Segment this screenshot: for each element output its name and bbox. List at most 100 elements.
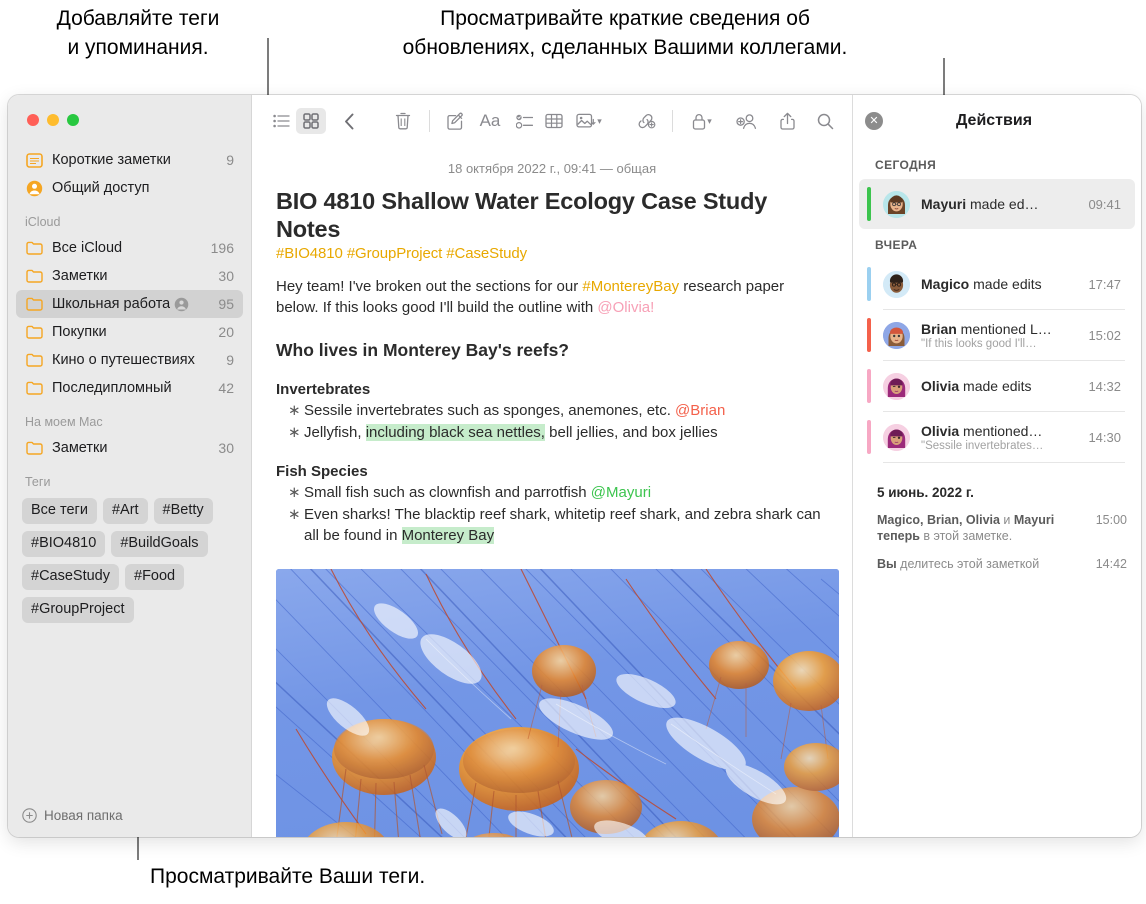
search-icon[interactable] xyxy=(810,108,840,134)
screenshot-root: Добавляйте теги и упоминания. Просматрив… xyxy=(0,0,1146,904)
sidebar-item-all-icloud[interactable]: Все iCloud 196 xyxy=(16,234,243,262)
activity-item-action: made edits xyxy=(969,276,1042,292)
activity-item-name: Magico xyxy=(921,276,970,292)
activity-item-name: Olivia xyxy=(921,378,960,394)
activity-item-time: 09:41 xyxy=(1088,196,1121,212)
folder-icon xyxy=(25,379,44,398)
add-person-icon[interactable] xyxy=(730,108,764,134)
sidebar-item-postgraduate[interactable]: Последипломный 42 xyxy=(16,374,243,402)
activity-item-quote: "Sessile invertebrates… xyxy=(921,439,1044,452)
sidebar-section-header-on-my-mac: На моем Mac xyxy=(25,415,103,429)
shared-folder-badge-icon xyxy=(174,297,189,312)
checklist-icon[interactable] xyxy=(509,108,539,134)
folder-icon xyxy=(25,351,44,370)
maximize-window-button[interactable] xyxy=(67,114,79,126)
tag-pill-groupproject[interactable]: #GroupProject xyxy=(22,597,134,623)
note-list-invertebrates: Sessile invertebrates such as sponges, a… xyxy=(276,400,828,443)
note-list-item: Sessile invertebrates such as sponges, a… xyxy=(276,400,828,421)
activity-accent-bar xyxy=(867,318,871,352)
activity-footer-row-joined: Magico, Brian, Olivia и Mayuri теперь в … xyxy=(853,506,1141,550)
tag-pill-betty[interactable]: #Betty xyxy=(153,498,213,524)
folder-icon xyxy=(25,267,44,286)
activity-footer-name2: Mayuri xyxy=(1013,513,1055,527)
activity-item-magico[interactable]: Magico made edits 17:47 xyxy=(859,259,1135,309)
media-icon[interactable]: ▾ xyxy=(569,108,609,134)
note-inline-tag[interactable]: #MontereyBay xyxy=(582,278,679,295)
trash-icon[interactable] xyxy=(388,108,418,134)
activity-item-olivia-mentioned[interactable]: Olivia mentioned… "Sessile invertebrates… xyxy=(859,412,1135,462)
sidebar-item-count: 42 xyxy=(218,380,234,396)
note-tags: #BIO4810 #GroupProject #CaseStudy xyxy=(276,245,528,262)
close-icon[interactable]: ✕ xyxy=(865,112,883,130)
activity-item-text: Magico made edits xyxy=(921,276,1080,292)
sidebar-item-notes-local[interactable]: Заметки 30 xyxy=(16,434,243,462)
back-button[interactable] xyxy=(334,108,364,134)
tag-pill-food[interactable]: #Food xyxy=(125,564,185,590)
activity-item-action: mentioned… xyxy=(959,422,1043,439)
compose-icon[interactable] xyxy=(441,108,471,134)
activity-item-quote: "If this looks good I'll… xyxy=(921,337,1037,350)
activity-item-mayuri[interactable]: Mayuri made ed… 09:41 xyxy=(859,179,1135,229)
note-list-item: Even sharks! The blacktip reef shark, wh… xyxy=(276,504,828,546)
sidebar-item-school-work[interactable]: Школьная работа 95 xyxy=(16,290,243,318)
activity-footer-names: Magico, Brian, Olivia xyxy=(877,513,1000,527)
activity-item-text: Olivia made edits xyxy=(921,378,1080,394)
table-icon[interactable] xyxy=(539,108,569,134)
tag-pill-buildgoals[interactable]: #BuildGoals xyxy=(111,531,208,557)
sidebar: Короткие заметки 9 Общий доступ iCloud В… xyxy=(8,95,252,837)
sidebar-item-label: Покупки xyxy=(52,324,107,340)
quick-note-icon xyxy=(25,151,44,170)
sidebar-item-count: 9 xyxy=(226,352,234,368)
avatar xyxy=(883,190,910,218)
tag-pill-all[interactable]: Все теги xyxy=(22,498,97,524)
sidebar-item-count: 20 xyxy=(218,324,234,340)
note-date: 18 октября 2022 г., 09:41 — общая xyxy=(447,161,657,176)
note-highlight: Monterey Bay xyxy=(401,527,495,544)
note-mention-mayuri[interactable]: @Mayuri xyxy=(591,484,651,501)
sidebar-item-count: 30 xyxy=(218,440,234,456)
lock-icon[interactable]: ▾ xyxy=(684,108,720,134)
activity-item-name: Brian xyxy=(921,320,957,337)
list-view-icon[interactable] xyxy=(266,108,296,134)
sidebar-item-shared[interactable]: Общий доступ xyxy=(16,174,243,202)
close-window-button[interactable] xyxy=(27,114,39,126)
note-list-item: Jellyfish, including black sea nettles, … xyxy=(276,422,828,443)
sidebar-item-label: Заметки xyxy=(52,268,108,284)
toolbar: Aa ▾ ▾ xyxy=(252,95,852,147)
note-content[interactable]: 18 октября 2022 г., 09:41 — общая BIO 48… xyxy=(252,147,852,837)
sidebar-item-label: Все iCloud xyxy=(52,240,123,256)
activity-item-line: Brian mentioned L… xyxy=(921,321,1080,337)
sidebar-item-label: Школьная работа xyxy=(52,296,171,312)
format-button[interactable]: Aa xyxy=(471,108,509,134)
sidebar-item-count: 9 xyxy=(226,152,234,168)
tag-pill-art[interactable]: #Art xyxy=(102,498,148,524)
folder-icon xyxy=(25,295,44,314)
activity-accent-bar xyxy=(867,187,871,221)
gallery-view-icon[interactable] xyxy=(296,108,326,134)
activity-item-olivia-edits[interactable]: Olivia made edits 14:32 xyxy=(859,361,1135,411)
tag-pill-bio4810[interactable]: #BIO4810 xyxy=(22,531,106,557)
share-icon[interactable] xyxy=(772,108,802,134)
sidebar-item-travel-movies[interactable]: Кино о путешествиях 9 xyxy=(16,346,243,374)
note-mention-brian[interactable]: @Brian xyxy=(675,402,725,419)
sidebar-item-count: 30 xyxy=(218,268,234,284)
activity-item-text: Mayuri made ed… xyxy=(921,196,1080,212)
new-folder-button[interactable]: Новая папка xyxy=(8,793,251,837)
sidebar-item-notes-icloud[interactable]: Заметки 30 xyxy=(16,262,243,290)
note-subheading-fish-species: Fish Species xyxy=(276,463,368,480)
tag-pill-casestudy[interactable]: #CaseStudy xyxy=(22,564,119,590)
activity-item-brian[interactable]: Brian mentioned L… "If this looks good I… xyxy=(859,310,1135,360)
folder-icon xyxy=(25,439,44,458)
jellyfish-photo[interactable] xyxy=(276,569,839,837)
activity-footer-tail: в этой заметке. xyxy=(919,529,1013,543)
sidebar-item-quick-notes[interactable]: Короткие заметки 9 xyxy=(16,146,243,174)
note-mention-olivia[interactable]: @Olivia! xyxy=(597,299,654,316)
sidebar-item-count: 196 xyxy=(210,240,234,256)
bullet-text-suffix: bell jellies, and box jellies xyxy=(544,424,718,441)
sidebar-item-shopping[interactable]: Покупки 20 xyxy=(16,318,243,346)
new-folder-label: Новая папка xyxy=(44,807,123,823)
minimize-window-button[interactable] xyxy=(47,114,59,126)
link-add-icon[interactable] xyxy=(631,108,661,134)
sidebar-item-label: Последипломный xyxy=(52,380,172,396)
sidebar-item-label: Заметки xyxy=(52,440,108,456)
